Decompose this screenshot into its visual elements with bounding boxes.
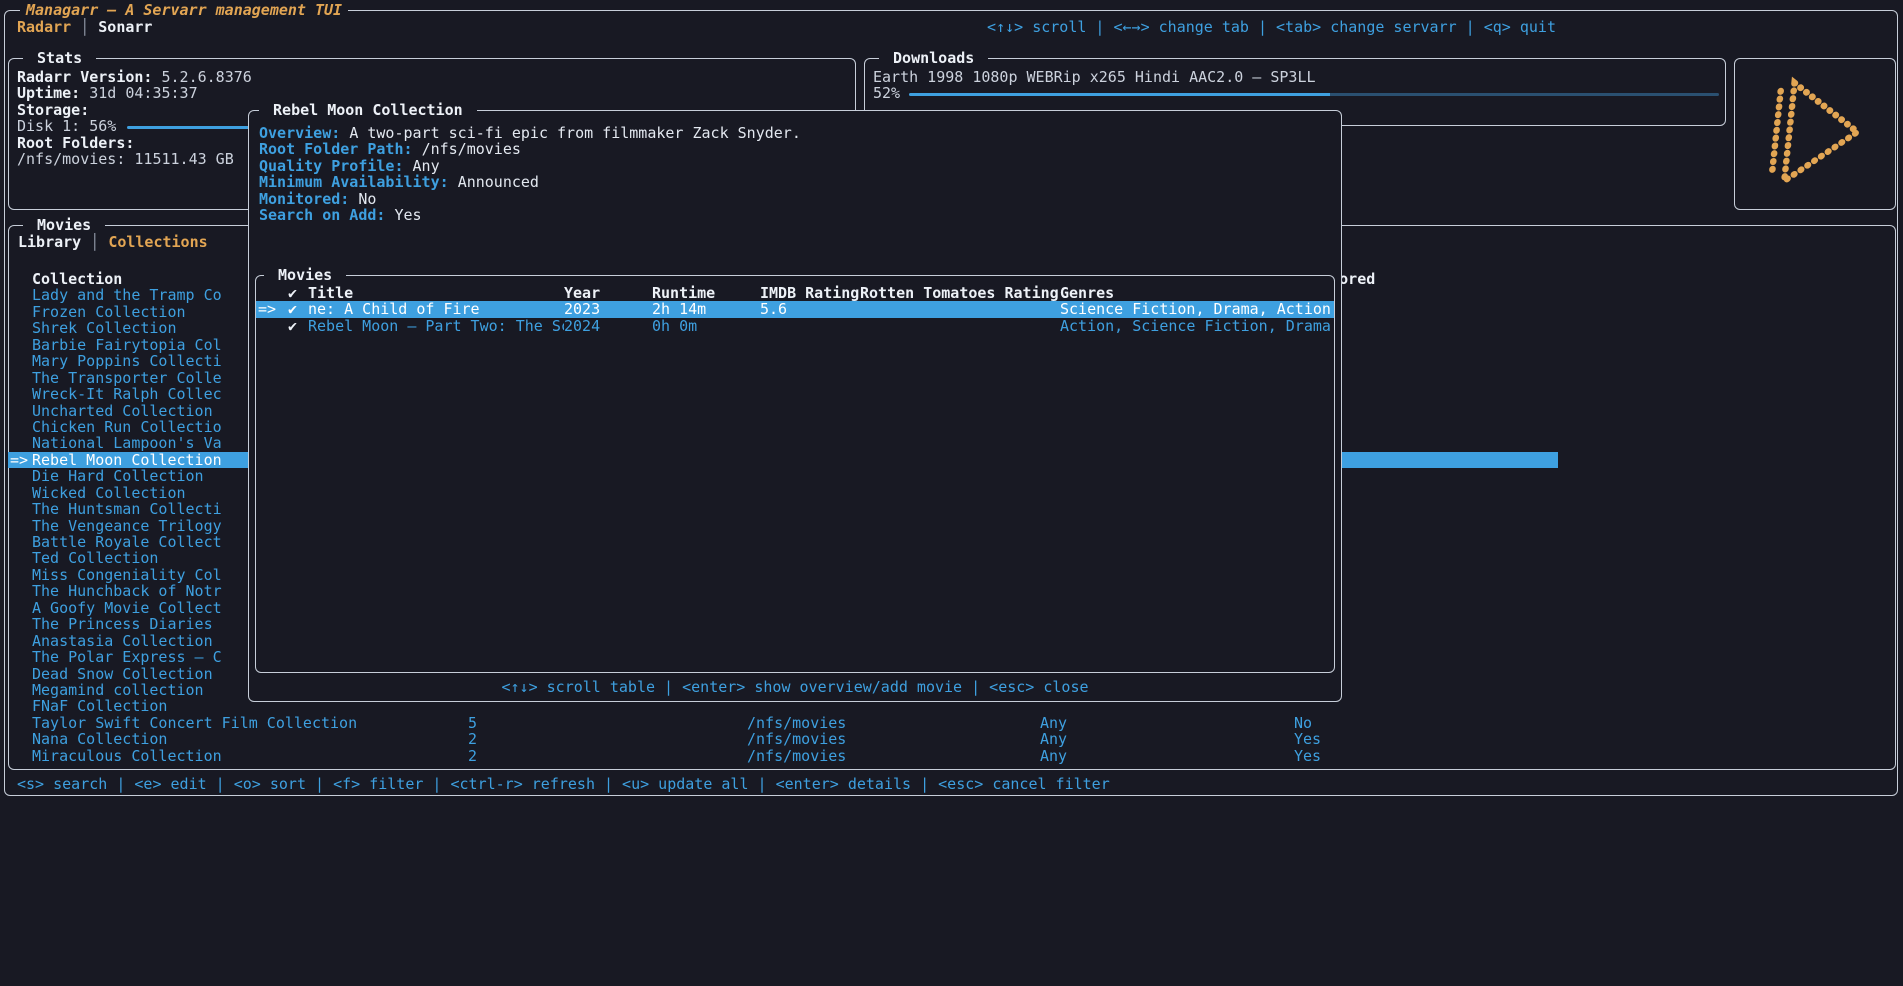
servarr-tabs: Radarr │ Sonarr <box>17 19 152 35</box>
movies-panel-title: Movies <box>23 217 105 233</box>
collection-fields: Overview: A two-part sci-fi epic from fi… <box>249 111 1341 224</box>
movie-title-cell: Rebel Moon – Part Two: The Scar <box>308 318 564 334</box>
collection-name-cell: Miraculous Collection <box>32 748 468 764</box>
column-header-runtime: Runtime <box>652 285 760 301</box>
column-header-check: ✔ <box>288 285 297 301</box>
modal-keybind-hints: <↑↓> scroll table | <enter> show overvie… <box>249 679 1341 695</box>
column-header-genres: Genres <box>1060 285 1334 301</box>
tab-library[interactable]: Library <box>18 233 81 251</box>
collection-name-cell: Nana Collection <box>32 731 468 747</box>
play-logo-icon <box>1756 69 1874 198</box>
logo-panel <box>1734 58 1896 210</box>
tab-sonarr[interactable]: Sonarr <box>98 18 152 36</box>
uptime: Uptime: 31d 04:35:37 <box>17 85 855 101</box>
stats-panel-title: Stats <box>23 50 96 66</box>
movie-row[interactable]: =>✔ ne: A Child of Fire 2023 2h 14m 5.6 … <box>256 301 1334 317</box>
column-header-rotten-tomatoes: Rotten Tomatoes Rating <box>860 285 1060 301</box>
movie-row[interactable]: ✔ Rebel Moon – Part Two: The Scar 2024 0… <box>256 318 1334 334</box>
collection-movies-block: Movies ✔ Title Year Runtime IMDB Rating … <box>255 275 1335 673</box>
field-search-on-add: Search on Add: Yes <box>259 207 1341 223</box>
collection-movies-title: Movies <box>264 267 346 283</box>
field-overview: Overview: A two-part sci-fi epic from fi… <box>259 125 1341 141</box>
column-header-imdb: IMDB Rating <box>760 285 860 301</box>
download-progress-gauge <box>909 93 1719 96</box>
tab-radarr[interactable]: Radarr <box>17 18 71 36</box>
movie-title-cell: ne: A Child of Fire <box>308 301 564 317</box>
collection-row[interactable]: Miraculous Collection 2 /nfs/movies Any … <box>8 748 1558 764</box>
column-header-year: Year <box>564 285 652 301</box>
collection-details-modal: Rebel Moon Collection Overview: A two-pa… <box>248 110 1342 702</box>
movies-header-row: ✔ Title Year Runtime IMDB Rating Rotten … <box>256 285 1334 301</box>
movies-tabs: Library │ Collections <box>18 234 208 250</box>
footer-keybind-hints: <s> search | <e> edit | <o> sort | <f> f… <box>17 776 1110 792</box>
tab-collections[interactable]: Collections <box>108 233 207 251</box>
download-item-title: Earth 1998 1080p WEBRip x265 Hindi AAC2.… <box>873 69 1725 85</box>
radarr-version: Radarr Version: 5.2.6.8376 <box>17 69 855 85</box>
field-monitored: Monitored: No <box>259 191 1341 207</box>
modal-title: Rebel Moon Collection <box>259 102 477 118</box>
collection-row[interactable]: Taylor Swift Concert Film Collection 5 /… <box>8 715 1558 731</box>
tab-separator: │ <box>90 233 99 251</box>
column-header-title: Title <box>308 285 564 301</box>
collection-row[interactable]: Nana Collection 2 /nfs/movies Any Yes <box>8 731 1558 747</box>
collection-name-cell: Taylor Swift Concert Film Collection <box>32 715 468 731</box>
field-root-folder: Root Folder Path: /nfs/movies <box>259 141 1341 157</box>
tab-separator: │ <box>80 18 89 36</box>
field-quality-profile: Quality Profile: Any <box>259 158 1341 174</box>
app-title: Managarr – A Servarr management TUI <box>20 2 348 18</box>
downloads-panel-title: Downloads <box>879 50 988 66</box>
field-minimum-availability: Minimum Availability: Announced <box>259 174 1341 190</box>
top-keybind-hints: <↑↓> scroll | <←→> change tab | <tab> ch… <box>987 19 1556 35</box>
